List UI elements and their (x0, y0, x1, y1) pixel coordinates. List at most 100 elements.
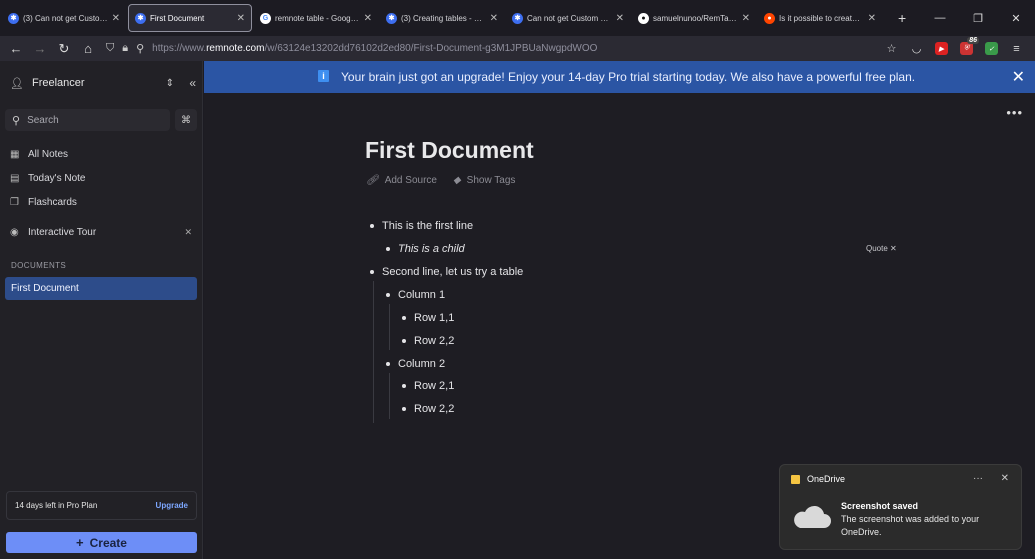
bullet-item[interactable]: This is a child (386, 243, 465, 255)
create-button[interactable]: + Create (6, 532, 197, 553)
pocket-icon[interactable]: ◡ (904, 38, 929, 59)
browser-tab[interactable]: ● Is it possible to create tables ✕ (758, 4, 882, 32)
search-icon: ⚲ (12, 114, 21, 127)
close-tab-icon[interactable]: ✕ (237, 13, 245, 24)
permissions-icon[interactable]: ⚲ (136, 42, 144, 55)
forward-icon[interactable]: → (28, 38, 52, 60)
bullet-dot-icon[interactable] (402, 407, 406, 411)
more-options-icon[interactable]: ··· (973, 473, 983, 484)
close-icon[interactable]: ✕ (184, 227, 192, 238)
menu-icon[interactable]: ≡ (1004, 38, 1029, 59)
close-icon[interactable]: ✕ (890, 244, 897, 253)
cards-icon: ❐ (10, 196, 19, 208)
bullet-dot-icon[interactable] (402, 316, 406, 320)
indent-guide (373, 281, 374, 423)
browser-tab[interactable]: ✱ (3) Can not get Custom CSS ✕ (2, 4, 126, 32)
trial-banner: i Your brain just got an upgrade! Enjoy … (204, 61, 1035, 93)
close-tab-icon[interactable]: ✕ (364, 13, 372, 24)
bullet-item[interactable]: Row 2,2 (402, 335, 454, 347)
notification-header: OneDrive (791, 474, 845, 484)
info-icon: i (318, 70, 329, 82)
bookmark-star-icon[interactable]: ☆ (879, 38, 904, 59)
grid-icon: ▦ (10, 148, 20, 160)
command-shortcut-button[interactable]: ⌘ (175, 109, 197, 131)
tag-icon: ◆ (452, 175, 461, 186)
browser-tab[interactable]: ● samuelnunoo/RemTable ✕ (632, 4, 756, 32)
trial-status: 14 days left in Pro Plan Upgrade (6, 491, 197, 520)
browser-tab[interactable]: ✱ Can not get Custom CSS ✕ (506, 4, 630, 32)
sidebar-item-all-notes[interactable]: ▦ All Notes (10, 146, 196, 162)
extension-youtube-icon[interactable]: ▶ (929, 38, 954, 59)
bullet-item[interactable]: Row 2,2 (402, 403, 454, 415)
sidebar-item-todays-note[interactable]: ▤ Today's Note (10, 170, 196, 186)
close-notification-icon[interactable]: ✕ (1001, 473, 1009, 484)
close-tab-icon[interactable]: ✕ (742, 13, 750, 24)
bullet-dot-icon[interactable] (402, 384, 406, 388)
close-tab-icon[interactable]: ✕ (112, 13, 120, 24)
close-banner-icon[interactable]: ✕ (1012, 67, 1025, 87)
bullet-dot-icon[interactable] (386, 362, 390, 366)
minimize-icon[interactable]: — (921, 0, 959, 36)
remnote-icon: ✱ (8, 12, 19, 24)
restore-icon[interactable]: ❐ (959, 0, 997, 36)
notification-body: The screenshot was added to your OneDriv… (841, 514, 980, 537)
workspace-switcher[interactable]: 👤︎ Freelancer ⇕ « (10, 75, 196, 91)
remnote-icon: ✱ (512, 12, 523, 24)
close-tab-icon[interactable]: ✕ (868, 13, 876, 24)
bullet-dot-icon[interactable] (370, 224, 374, 228)
notification-title: Screenshot saved (841, 501, 919, 511)
bullet-item[interactable]: This is the first line (370, 220, 473, 232)
sidebar-item-flashcards[interactable]: ❐ Flashcards (10, 194, 196, 210)
search-input[interactable]: ⚲ Search (5, 109, 170, 131)
quote-tag[interactable]: Quote ✕ (866, 244, 897, 253)
link-icon: 🔗︎ (366, 175, 379, 186)
onedrive-icon (791, 474, 800, 484)
extension-adblock-icon[interactable]: ⛨ 86 (954, 37, 979, 59)
github-icon: ● (638, 12, 649, 24)
cloud-icon (794, 505, 831, 528)
bullet-item[interactable]: Row 2,1 (402, 380, 454, 392)
bullet-dot-icon[interactable] (386, 293, 390, 297)
home-icon[interactable]: ⌂ (76, 38, 100, 60)
indent-guide (389, 373, 390, 419)
chevron-updown-icon[interactable]: ⇕ (166, 78, 174, 89)
browser-tab-active[interactable]: ✱ First Document ✕ (128, 4, 252, 32)
bullet-item[interactable]: Column 1 (386, 289, 445, 301)
google-icon: G (260, 12, 271, 24)
show-tags-button[interactable]: ◆ Show Tags (453, 175, 515, 186)
address-bar[interactable]: ⛉ 🔒︎ ⚲ https://www. remnote.com/w/63124e1… (106, 38, 906, 59)
bullet-item[interactable]: Second line, let us try a table (370, 266, 523, 278)
close-tab-icon[interactable]: ✕ (490, 13, 498, 24)
reload-icon[interactable]: ↻ (52, 38, 76, 60)
add-source-button[interactable]: 🔗︎ Add Source (366, 175, 437, 186)
bullet-dot-icon[interactable] (370, 270, 374, 274)
close-tab-icon[interactable]: ✕ (616, 13, 624, 24)
sidebar-item-interactive-tour[interactable]: ◉ Interactive Tour ✕ (10, 224, 196, 240)
sidebar-document-first-document[interactable]: First Document (5, 277, 197, 300)
close-window-icon[interactable]: ✕ (997, 0, 1035, 36)
onedrive-notification[interactable]: OneDrive ··· ✕ Screenshot saved The scre… (779, 464, 1022, 550)
bullet-item[interactable]: Column 2 (386, 358, 445, 370)
bullet-dot-icon[interactable] (402, 339, 406, 343)
browser-tab[interactable]: G remnote table - Google Search ✕ (254, 4, 378, 32)
upgrade-link[interactable]: Upgrade (156, 501, 188, 510)
collapse-sidebar-icon[interactable]: « (189, 76, 196, 90)
bullet-item[interactable]: Row 1,1 (402, 312, 454, 324)
back-icon[interactable]: ← (4, 38, 28, 60)
remnote-icon: ✱ (135, 12, 146, 24)
browser-tab[interactable]: ✱ (3) Creating tables - Extensions ✕ (380, 4, 504, 32)
plus-icon: + (76, 535, 84, 550)
reddit-icon: ● (764, 12, 775, 24)
rocket-icon: ◉ (10, 226, 19, 238)
indent-guide (389, 304, 390, 350)
bullet-dot-icon[interactable] (386, 247, 390, 251)
tab-strip: ✱ (3) Can not get Custom CSS ✕ ✱ First D… (0, 0, 1035, 36)
more-options-icon[interactable]: ••• (1006, 105, 1023, 120)
shield-icon[interactable]: ⛉ (106, 42, 114, 55)
new-tab-button[interactable]: + (898, 10, 914, 26)
extension-green-icon[interactable]: ✓ (979, 38, 1004, 59)
page-title[interactable]: First Document (365, 137, 534, 164)
lock-icon[interactable]: 🔒︎ (122, 42, 128, 55)
document-meta-actions: 🔗︎ Add Source ◆ Show Tags (366, 175, 531, 186)
navigation-bar: ← → ↻ ⌂ ⛉ 🔒︎ ⚲ https://www. remnote.com/w… (0, 36, 1035, 61)
